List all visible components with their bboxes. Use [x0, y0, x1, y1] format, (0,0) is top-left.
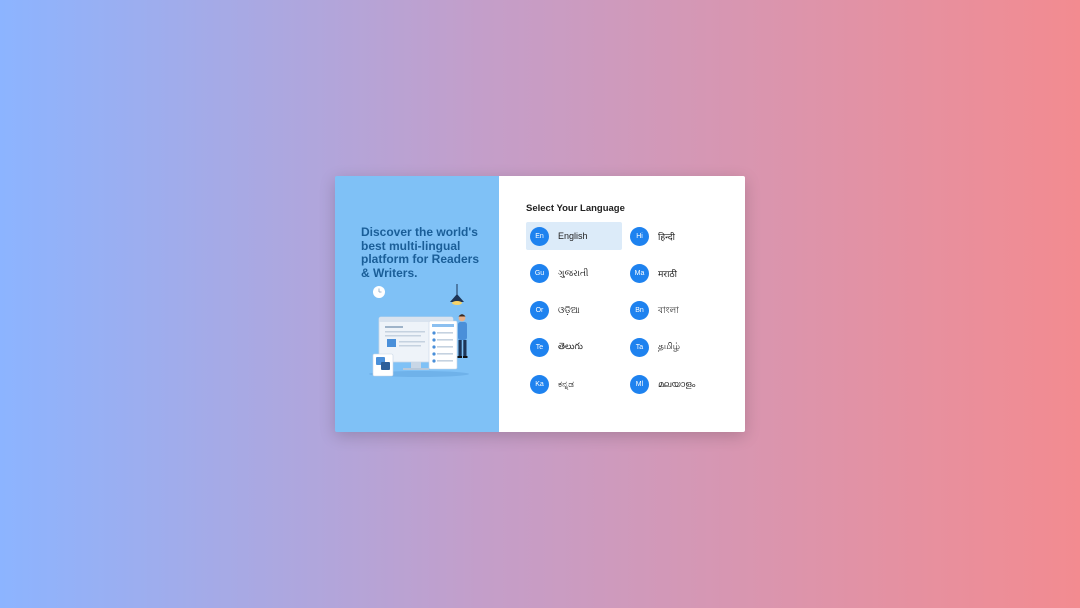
- language-badge: En: [530, 226, 549, 246]
- promo-tagline: Discover the world's best multi-lingual …: [361, 225, 480, 280]
- language-badge: Ma: [630, 263, 649, 283]
- language-panel: Select Your Language En English Hi हिन्द…: [499, 176, 745, 432]
- language-name: తెలుగు: [558, 340, 583, 351]
- language-option-en[interactable]: En English: [526, 222, 622, 250]
- language-name: ગુજરાતી: [558, 267, 589, 278]
- language-badge: Ka: [530, 374, 549, 394]
- select-language-heading: Select Your Language: [526, 203, 625, 214]
- language-name: ಕನ್ನಡ: [558, 378, 575, 389]
- promo-panel: Discover the world's best multi-lingual …: [335, 176, 499, 432]
- language-option-te[interactable]: Te తెలుగు: [526, 333, 622, 361]
- language-badge: Bn: [630, 300, 649, 320]
- language-name: മലയാളം: [658, 378, 696, 389]
- language-option-hi[interactable]: Hi हिन्दी: [626, 222, 722, 250]
- language-option-mr[interactable]: Ma मराठी: [626, 259, 722, 287]
- language-option-or[interactable]: Or ଓଡ଼ିଆ: [526, 296, 622, 324]
- language-badge: Hi: [630, 226, 649, 246]
- language-name: বাংলা: [658, 304, 679, 315]
- language-name: English: [558, 231, 588, 241]
- language-option-ml[interactable]: Ml മലയാളം: [626, 370, 722, 398]
- language-option-kn[interactable]: Ka ಕನ್ನಡ: [526, 370, 622, 398]
- language-badge: Or: [530, 300, 549, 320]
- language-name: தமிழ்: [658, 341, 680, 351]
- language-name: मराठी: [658, 268, 677, 279]
- language-badge: Te: [530, 337, 549, 357]
- language-list: En English Hi हिन्दी Gu ગુજરાતી Ma मराठी…: [526, 222, 722, 398]
- language-badge: Ta: [630, 337, 649, 357]
- language-name: ଓଡ଼ିଆ: [558, 304, 580, 315]
- language-name: हिन्दी: [658, 231, 676, 242]
- language-option-bn[interactable]: Bn বাংলা: [626, 296, 722, 324]
- language-badge: Gu: [530, 263, 549, 283]
- language-option-gu[interactable]: Gu ગુજરાતી: [526, 259, 622, 287]
- language-option-ta[interactable]: Ta தமிழ்: [626, 333, 722, 361]
- language-badge: Ml: [630, 374, 649, 394]
- language-dialog: Discover the world's best multi-lingual …: [335, 176, 745, 432]
- readers-writers-illustration-icon: [369, 284, 469, 377]
